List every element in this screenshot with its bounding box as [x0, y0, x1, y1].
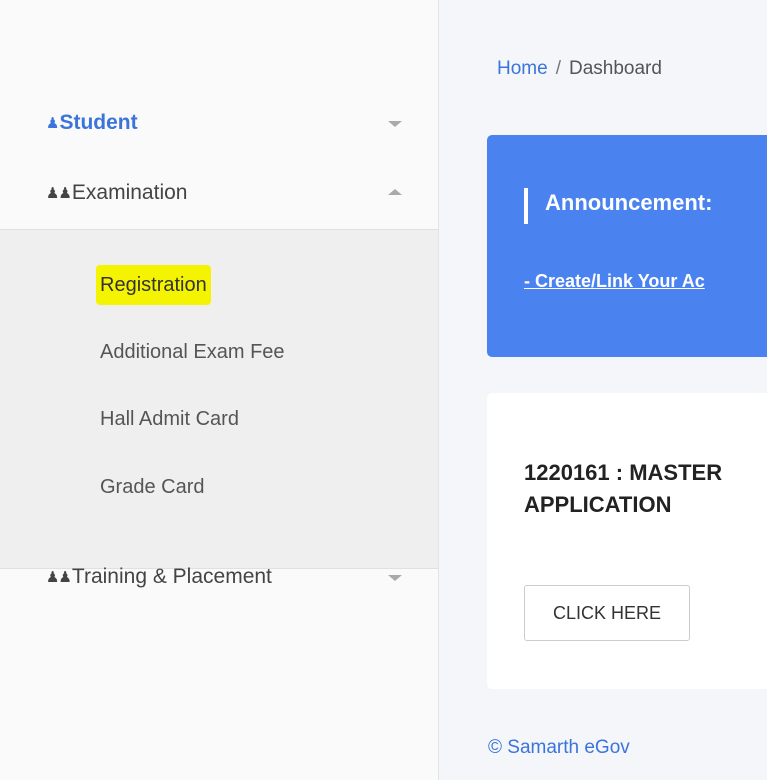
breadcrumb-separator: /: [555, 58, 561, 79]
click-here-button[interactable]: CLICK HERE: [524, 585, 690, 641]
sidebar-item-label: Training & Placement: [71, 565, 272, 588]
people-icon: ♟♟: [46, 185, 72, 202]
examination-submenu: Registration Additional Exam Fee Hall Ad…: [0, 229, 438, 569]
announcement-link[interactable]: - Create/Link Your Ac: [524, 271, 705, 292]
sidebar-item-label: Examination: [71, 181, 188, 204]
person-icon: ♟: [46, 115, 59, 132]
sidebar: ♟ Student ♟♟ Examination Registration Ad…: [0, 0, 439, 780]
application-heading: 1220161 : MASTER APPLICATION: [524, 457, 722, 521]
chevron-down-icon: [388, 575, 402, 581]
breadcrumb: Home / Dashboard: [497, 58, 662, 80]
announcement-panel: Announcement: - Create/Link Your Ac: [487, 135, 767, 357]
chevron-down-icon: [388, 121, 402, 127]
announcement-accent-bar: [524, 188, 528, 224]
application-heading-line2: APPLICATION: [524, 492, 672, 517]
people-icon: ♟♟: [46, 569, 72, 586]
submenu-item-grade-card[interactable]: Grade Card: [100, 467, 205, 507]
sidebar-item-student[interactable]: ♟ Student: [0, 94, 438, 152]
submenu-item-registration[interactable]: Registration: [96, 265, 211, 305]
submenu-item-additional-exam-fee[interactable]: Additional Exam Fee: [100, 332, 285, 372]
submenu-item-hall-admit-card[interactable]: Hall Admit Card: [100, 399, 239, 439]
application-card: 1220161 : MASTER APPLICATION CLICK HERE: [487, 393, 767, 689]
sidebar-item-examination[interactable]: ♟♟ Examination: [0, 164, 438, 222]
chevron-up-icon: [388, 189, 402, 195]
breadcrumb-current: Dashboard: [568, 58, 662, 79]
announcement-title: Announcement:: [545, 190, 713, 215]
breadcrumb-home-link[interactable]: Home: [497, 58, 548, 79]
application-heading-line1: 1220161 : MASTER: [524, 460, 723, 485]
sidebar-item-training-placement[interactable]: ♟♟ Training & Placement: [0, 548, 438, 606]
sidebar-item-label: Student: [59, 111, 138, 134]
footer-copyright[interactable]: © Samarth eGov: [488, 737, 630, 759]
